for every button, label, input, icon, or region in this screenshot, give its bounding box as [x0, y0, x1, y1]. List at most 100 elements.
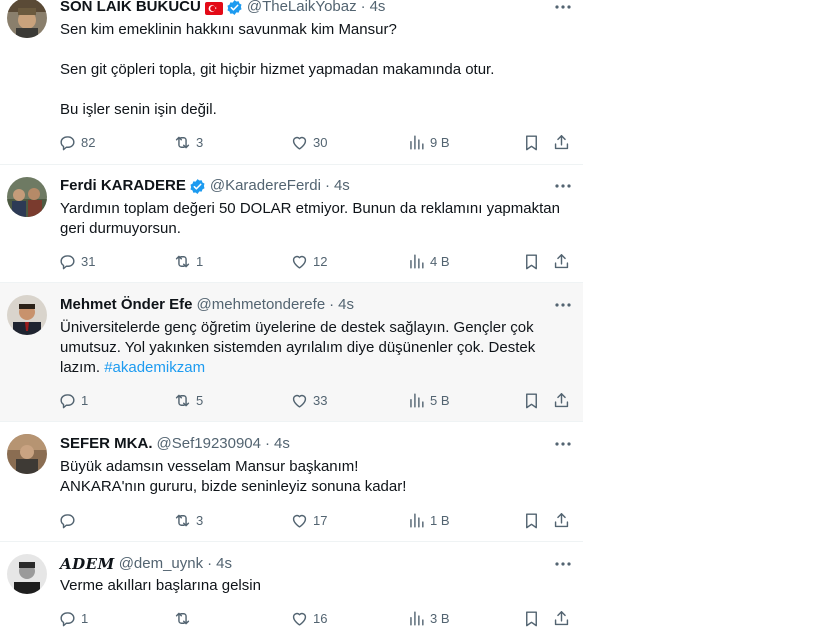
analytics-icon: [410, 134, 424, 150]
display-name[interactable]: 𝑨𝑫𝑬𝑴: [60, 554, 115, 574]
timestamp[interactable]: 4s: [216, 554, 232, 574]
bookmark-button[interactable]: [522, 251, 545, 271]
share-icon: [554, 392, 569, 407]
tweet-header: SON LAİK BÜKÜCÜ @TheLaikYobaz · 4s: [60, 0, 573, 17]
repost-icon: [175, 255, 190, 267]
bookmark-icon: [526, 392, 537, 408]
more-options-icon[interactable]: [553, 554, 573, 574]
bookmark-icon: [526, 134, 537, 150]
bookmark-button[interactable]: [522, 390, 545, 410]
tweet[interactable]: Mehmet Önder Efe @mehmetonderefe · 4s Ün…: [0, 283, 583, 422]
user-handle[interactable]: @Sef19230904: [157, 434, 261, 454]
avatar[interactable]: [7, 554, 47, 594]
analytics-icon: [410, 392, 424, 408]
user-handle[interactable]: @KaradereFerdi: [210, 176, 321, 196]
more-options-icon[interactable]: [553, 176, 573, 196]
turkey-flag-icon: [204, 1, 223, 15]
heart-icon: [292, 394, 307, 408]
views-button[interactable]: 9 B: [407, 132, 450, 152]
reply-button[interactable]: 31: [58, 251, 95, 271]
reply-button[interactable]: 1: [58, 390, 88, 410]
tweet-actions: 31 1 12 4 B: [58, 251, 578, 271]
timestamp[interactable]: 4s: [334, 176, 350, 196]
avatar[interactable]: [7, 434, 47, 474]
reply-button[interactable]: 1: [58, 608, 88, 628]
tweet-header: Ferdi KARADERE @KaradereFerdi · 4s: [60, 176, 573, 196]
tweet[interactable]: SEFER MKA. @Sef19230904 · 4s Büyük adams…: [0, 422, 583, 542]
tweet-line: Yardımın toplam değeri 50 DOLAR etmiyor.…: [60, 200, 560, 217]
share-button[interactable]: [552, 608, 575, 628]
like-button[interactable]: 33: [290, 390, 327, 410]
verified-badge-icon: [226, 0, 243, 16]
tweet[interactable]: SON LAİK BÜKÜCÜ @TheLaikYobaz · 4s Sen k…: [0, 0, 583, 165]
analytics-icon: [410, 610, 424, 626]
views-button[interactable]: 1 B: [407, 510, 450, 530]
tweet-actions: 82 3 30 9 B: [58, 132, 578, 152]
user-handle[interactable]: @TheLaikYobaz: [247, 0, 357, 17]
share-button[interactable]: [552, 251, 575, 271]
display-name[interactable]: Mehmet Önder Efe: [60, 295, 193, 315]
views-button[interactable]: 5 B: [407, 390, 450, 410]
display-name[interactable]: Ferdi KARADERE: [60, 176, 186, 196]
tweet-actions: 1 5 33 5 B: [58, 390, 578, 410]
timestamp[interactable]: 4s: [338, 295, 354, 315]
tweet-header: Mehmet Önder Efe @mehmetonderefe · 4s: [60, 295, 573, 315]
hashtag-link[interactable]: #akademikzam: [104, 359, 205, 376]
bookmark-icon: [526, 512, 537, 528]
repost-icon: [175, 136, 190, 148]
repost-icon: [175, 612, 190, 624]
repost-button[interactable]: 1: [173, 251, 203, 271]
tweet-line: Sen kim emeklinin hakkını savunmak kim M…: [60, 21, 397, 38]
bookmark-icon: [526, 253, 537, 269]
bookmark-button[interactable]: [522, 132, 545, 152]
avatar[interactable]: [7, 295, 47, 335]
like-button[interactable]: 30: [290, 132, 327, 152]
repost-button[interactable]: 5: [173, 390, 203, 410]
views-button[interactable]: 3 B: [407, 608, 450, 628]
tweet-line: ANKARA'nın gururu, bizde seninleyiz sonu…: [60, 478, 407, 495]
separator: ·: [360, 0, 366, 15]
tweet[interactable]: Ferdi KARADERE @KaradereFerdi · 4s Yardı…: [0, 165, 583, 283]
repost-button[interactable]: 3: [173, 132, 203, 152]
tweet[interactable]: 𝑨𝑫𝑬𝑴 @dem_uynk · 4s Verme akılları başla…: [0, 542, 583, 633]
more-options-icon[interactable]: [553, 434, 573, 454]
like-button[interactable]: 12: [290, 251, 327, 271]
user-handle[interactable]: @dem_uynk: [119, 554, 203, 574]
more-options-icon[interactable]: [553, 0, 573, 17]
views-button[interactable]: 4 B: [407, 251, 450, 271]
like-button[interactable]: 16: [290, 608, 327, 628]
tweet-line: Bu işler senin işin değil.: [60, 101, 217, 118]
avatar[interactable]: [7, 177, 47, 217]
display-name[interactable]: SEFER MKA.: [60, 434, 153, 454]
share-button[interactable]: [552, 390, 575, 410]
timestamp[interactable]: 4s: [274, 434, 290, 454]
tweet-line: Büyük adamsın vesselam Mansur başkanım!: [60, 458, 359, 475]
display-name[interactable]: SON LAİK BÜKÜCÜ: [60, 0, 201, 17]
share-button[interactable]: [552, 510, 575, 530]
repost-count: 5: [196, 392, 204, 408]
avatar[interactable]: [7, 0, 47, 38]
like-button[interactable]: 17: [290, 510, 327, 530]
like-count: 30: [313, 134, 328, 150]
more-options-icon[interactable]: [553, 295, 573, 315]
timestamp[interactable]: 4s: [370, 0, 386, 17]
bookmark-button[interactable]: [522, 510, 545, 530]
reply-count: 1: [81, 392, 89, 408]
tweet-text-segment: lazım.: [60, 359, 105, 376]
verified-badge-icon: [189, 178, 206, 195]
reply-icon: [60, 135, 75, 150]
reply-button[interactable]: [58, 510, 81, 530]
like-count: 17: [313, 512, 328, 528]
tweet-line: umutsuz. Yol yakınken sistemden ayrılalı…: [60, 339, 536, 356]
tweet-header: 𝑨𝑫𝑬𝑴 @dem_uynk · 4s: [60, 554, 573, 574]
bookmark-button[interactable]: [522, 608, 545, 628]
reply-button[interactable]: 82: [58, 132, 95, 152]
repost-button[interactable]: [173, 608, 196, 628]
share-button[interactable]: [552, 132, 575, 152]
user-handle[interactable]: @mehmetonderefe: [197, 295, 326, 315]
repost-icon: [175, 514, 190, 526]
tweet-line: Sen git çöpleri topla, git hiçbir hizmet…: [60, 61, 495, 78]
tweet-text: Verme akılları başlarına gelsin: [60, 576, 571, 596]
tweet-text: Sen kim emeklinin hakkını savunmak kim M…: [60, 20, 571, 120]
repost-button[interactable]: 3: [173, 510, 203, 530]
